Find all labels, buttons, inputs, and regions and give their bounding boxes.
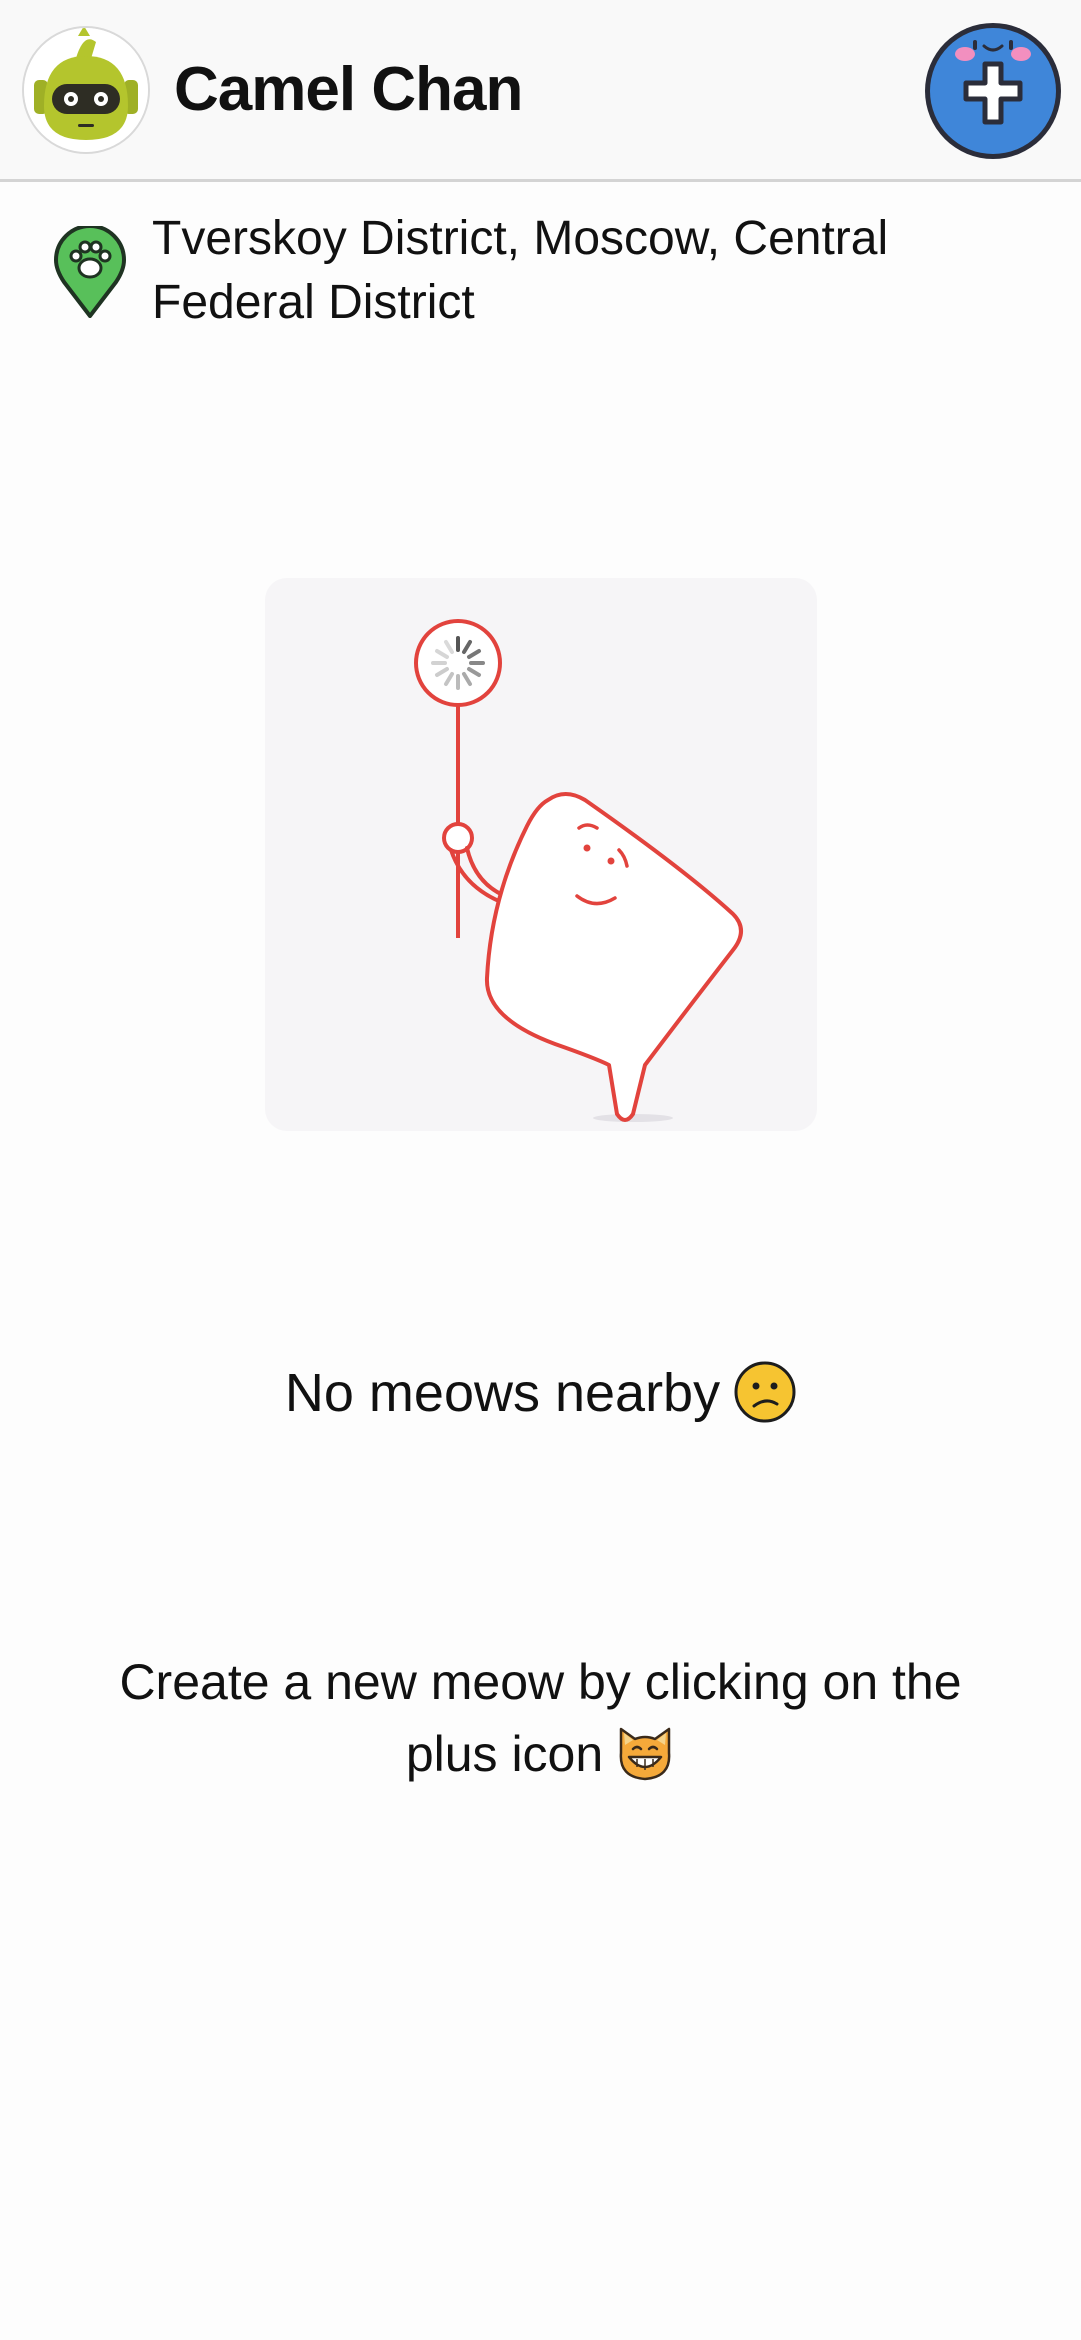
location-text: Tverskoy District, Moscow, Central Feder… <box>152 212 889 329</box>
user-name: Camel Chan <box>174 55 523 124</box>
app-header: Camel Chan <box>0 0 1081 182</box>
location-row: Tverskoy District, Moscow, Central Feder… <box>0 182 1081 342</box>
plus-icon <box>925 23 1061 159</box>
paw-location-pin-icon <box>54 226 126 318</box>
user-avatar[interactable] <box>22 26 150 154</box>
empty-state-hint: Create a new meow by clicking on the plu… <box>80 1646 1001 1790</box>
grinning-cat-icon <box>619 1727 671 1781</box>
empty-state-title: No meows nearby <box>0 1358 1081 1428</box>
add-meow-button[interactable] <box>922 20 1064 162</box>
robot-avatar-icon <box>24 28 148 152</box>
confused-face-icon <box>734 1361 796 1423</box>
empty-state-title-text: No meows nearby <box>284 1363 721 1423</box>
empty-state-hint-text: Create a new meow by clicking on the plu… <box>119 1654 962 1782</box>
loading-character-illustration <box>265 578 817 1131</box>
